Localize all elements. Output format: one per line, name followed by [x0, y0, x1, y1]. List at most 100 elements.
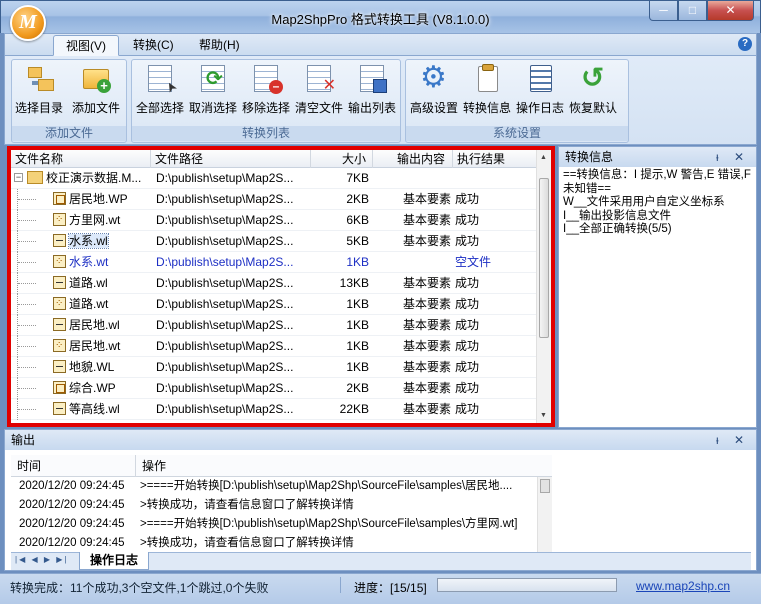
file-name-cell[interactable]: 水系.wt — [11, 252, 153, 273]
log-message: >转换成功，请查看信息窗口了解转换详情 — [140, 537, 354, 549]
file-name-cell[interactable]: − 校正演示数据.M... — [11, 168, 153, 189]
file-name-text: 校正演示数据.M... — [46, 171, 142, 185]
file-name-cell[interactable]: 综合.WP — [11, 378, 153, 399]
col-operation[interactable]: 操作 — [135, 455, 166, 477]
table-row[interactable]: 综合.WP D:\publish\setup\Map2S... 2KB 基本要素 成功 — [11, 378, 537, 399]
help-icon[interactable]: ? — [738, 37, 752, 51]
table-row[interactable]: − 校正演示数据.M... D:\publish\setup\Map2S... 7KB — [11, 168, 537, 189]
close-button[interactable]: ✕ — [707, 1, 754, 21]
remove-selected-button[interactable]: 移除选择 — [242, 63, 290, 116]
info-panel-title-bar: 转换信息 ᵻ ✕ — [559, 147, 756, 167]
tree-connector — [17, 336, 53, 357]
table-row[interactable]: 方里网.wt D:\publish\setup\Map2S... 6KB 基本要素成功 — [11, 210, 537, 231]
table-row[interactable]: 等高线.wl D:\publish\setup\Map2S... 22KB 基本要素成… — [11, 399, 537, 420]
file-name-cell[interactable]: 道路.wt — [11, 294, 153, 315]
operation-log-button[interactable]: 操作日志 — [516, 63, 564, 116]
table-row[interactable]: 地貌.WL D:\publish\setup\Map2S... 1KB 基本要素 成功 — [11, 357, 537, 378]
log-row[interactable]: 2020/12/20 09:24:45 >转换成功，请查看信息窗口了解转换详情 — [11, 496, 537, 515]
log-message: >转换成功，请查看信息窗口了解转换详情 — [140, 499, 354, 511]
file-name-cell[interactable]: 居民地.wl — [11, 315, 153, 336]
table-row[interactable]: 居民地.wt D:\publish\setup\Map2S... 1KB 基本要素成功 — [11, 336, 537, 357]
output-content-cell: 基本要素 — [402, 402, 451, 416]
select-directory-button[interactable]: 选择目录 — [15, 63, 63, 116]
tab-view[interactable]: 视图(V) — [53, 35, 119, 56]
col-size[interactable]: 大小 — [311, 150, 373, 168]
output-panel-pin-close[interactable]: ᵻ ✕ — [716, 430, 750, 450]
tab-help[interactable]: 帮助(H) — [187, 35, 252, 56]
output-header: 时间 操作 — [11, 455, 552, 477]
status-separator — [340, 577, 341, 593]
file-path-cell: D:\publish\setup\Map2S... — [156, 402, 294, 416]
table-row[interactable]: 居民地.wl D:\publish\setup\Map2S... 1KB 基本要素 成功 — [11, 315, 537, 336]
scroll-up-icon[interactable]: ▲ — [540, 154, 547, 161]
app-logo-icon[interactable] — [10, 5, 46, 41]
scroll-down-icon[interactable]: ▼ — [540, 412, 547, 419]
website-link[interactable]: www.map2shp.cn — [636, 579, 730, 593]
log-row[interactable]: 2020/12/20 09:24:45 >====开始转换[D:\publish\… — [11, 515, 537, 534]
file-name-cell[interactable]: 水系.wl — [11, 231, 153, 252]
file-size-cell: 1KB — [346, 339, 369, 353]
output-scrollbar[interactable] — [537, 477, 552, 554]
result-cell: 成功 — [455, 192, 480, 206]
log-icon — [525, 63, 555, 93]
file-size-cell: 1KB — [346, 360, 369, 374]
table-row[interactable]: 道路.wt D:\publish\setup\Map2S... 1KB 基本要素成功 — [11, 294, 537, 315]
tab-nav-arrows[interactable]: |◀ ◀ ▶ ▶| — [15, 555, 68, 564]
file-name-cell[interactable]: 方里网.wt — [11, 210, 153, 231]
tab-operation-log[interactable]: 操作日志 — [79, 552, 150, 570]
file-list-scrollbar[interactable]: ▲ ▼ — [536, 150, 551, 423]
group-system-settings: 高级设置 转换信息 操作日志 恢复默认 系统设置 — [405, 59, 629, 143]
col-result[interactable]: 执行结果 — [453, 150, 537, 168]
add-file-button[interactable]: 添加文件 — [72, 63, 120, 116]
select-all-label: 全部选择 — [136, 101, 185, 115]
deselect-icon — [198, 63, 228, 93]
log-row[interactable]: 2020/12/20 09:24:45 >转换成功，请查看信息窗口了解转换详情 — [11, 534, 537, 553]
group-list-label: 转换列表 — [132, 126, 400, 141]
deselect-label: 取消选择 — [189, 101, 238, 115]
clear-files-button[interactable]: 清空文件 — [295, 63, 343, 116]
tab-convert[interactable]: 转换(C) — [121, 35, 186, 56]
file-name-cell[interactable]: 居民地.WP — [11, 189, 153, 210]
col-output[interactable]: 输出内容 — [373, 150, 453, 168]
file-list-panel: 文件名称 文件路径 大小 输出内容 执行结果 − 校正演示数据.M... D:\pu… — [10, 149, 552, 424]
table-row[interactable]: 水系.wl D:\publish\setup\Map2S... 5KB 基本要素 成功 — [11, 231, 537, 252]
output-content-cell: 基本要素 — [402, 318, 451, 332]
info-panel-pin-close[interactable]: ᵻ ✕ — [716, 147, 750, 167]
col-time[interactable]: 时间 — [11, 455, 41, 477]
file-size-cell: 2KB — [346, 381, 369, 395]
group-add-files: 选择目录 添加文件 添加文件 — [11, 59, 127, 143]
export-list-button[interactable]: 输出列表 — [348, 63, 396, 116]
ribbon-tabs: 视图(V) 转换(C) 帮助(H) ? — [5, 34, 756, 56]
table-row[interactable]: 水系.wt D:\publish\setup\Map2S... 1KB 空文件 — [11, 252, 537, 273]
restore-default-button[interactable]: 恢复默认 — [569, 61, 618, 116]
maximize-button[interactable]: □ — [678, 1, 707, 21]
file-name-text: 居民地.WP — [69, 192, 128, 206]
output-scroll-thumb[interactable] — [540, 479, 550, 493]
minimize-button[interactable]: ─ — [649, 1, 678, 21]
poly-file-icon — [53, 381, 66, 394]
table-row[interactable]: 道路.wl D:\publish\setup\Map2S... 13KB 基本要素 成功 — [11, 273, 537, 294]
file-name-cell[interactable]: 道路.wl — [11, 273, 153, 294]
convert-info-button[interactable]: 转换信息 — [463, 63, 511, 116]
file-name-cell[interactable]: 居民地.wt — [11, 336, 153, 357]
log-row[interactable]: 2020/12/20 09:24:45 >====开始转换[D:\publish\… — [11, 477, 537, 496]
select-all-button[interactable]: 全部选择 — [136, 63, 184, 116]
collapse-icon[interactable]: − — [14, 173, 23, 182]
file-size-cell: 6KB — [346, 213, 369, 227]
file-path-cell: D:\publish\setup\Map2S... — [156, 381, 294, 395]
restore-default-label: 恢复默认 — [569, 101, 618, 115]
file-path-cell: D:\publish\setup\Map2S... — [156, 213, 294, 227]
col-file-name[interactable]: 文件名称 — [11, 150, 151, 168]
scroll-thumb[interactable] — [539, 178, 549, 338]
file-name-text: 综合.WP — [69, 381, 116, 395]
operation-log-label: 操作日志 — [516, 101, 565, 115]
info-text: ==转换信息：I 提示,W 警告,E 错误,F 未知错== W__文件采用用户自… — [563, 169, 751, 235]
output-rows: 2020/12/20 09:24:45 >====开始转换[D:\publish\… — [11, 477, 537, 553]
advanced-settings-button[interactable]: 高级设置 — [410, 60, 458, 116]
output-panel-title-bar: 输出 ᵻ ✕ — [5, 430, 756, 450]
col-file-path[interactable]: 文件路径 — [151, 150, 311, 168]
file-name-cell[interactable]: 等高线.wl — [11, 399, 153, 420]
table-row[interactable]: 居民地.WP D:\publish\setup\Map2S... 2KB 基本要素 成功 — [11, 189, 537, 210]
deselect-button[interactable]: 取消选择 — [189, 63, 237, 116]
file-name-cell[interactable]: 地貌.WL — [11, 357, 153, 378]
